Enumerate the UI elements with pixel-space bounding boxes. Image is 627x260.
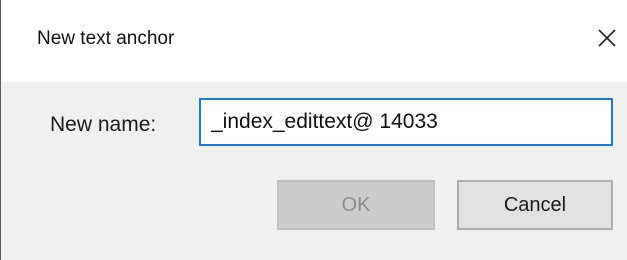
cancel-button-label: Cancel — [503, 193, 567, 216]
new-text-anchor-dialog: New text anchor New name: OK Cancel — [0, 0, 627, 260]
ok-button-label: OK — [341, 193, 371, 216]
new-name-input[interactable] — [199, 98, 613, 146]
close-button[interactable] — [597, 14, 627, 62]
new-name-label: New name: — [50, 113, 157, 136]
ok-button[interactable]: OK — [277, 180, 435, 230]
title-bar: New text anchor — [1, 0, 627, 82]
dialog-title: New text anchor — [37, 28, 175, 49]
cancel-button[interactable]: Cancel — [457, 180, 613, 230]
close-icon — [597, 28, 617, 48]
